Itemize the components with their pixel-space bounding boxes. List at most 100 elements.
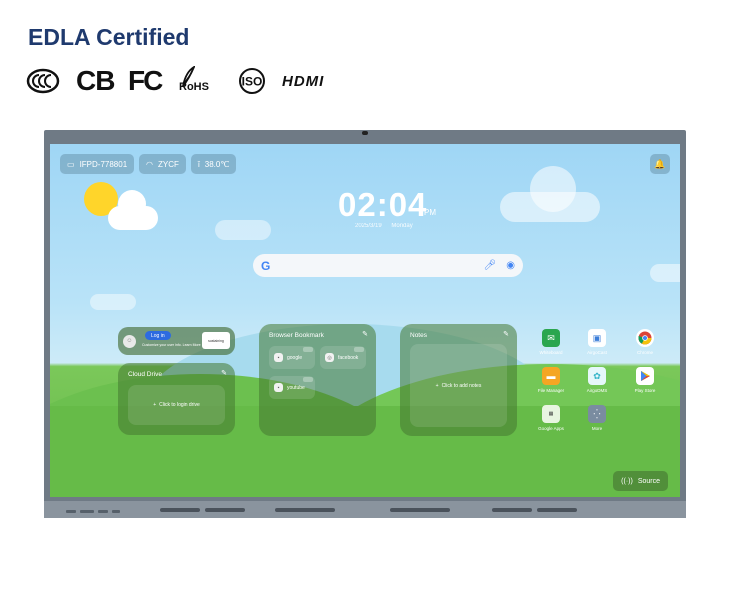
grid-icon: ⁛	[588, 405, 606, 423]
iso-label: ISO	[242, 75, 263, 89]
play-store-icon	[636, 367, 654, 385]
app-chrome[interactable]: Chrome	[625, 329, 665, 355]
handle	[275, 508, 335, 512]
plus-icon: +	[153, 402, 157, 408]
cloud-drive-action: Click to login drive	[159, 402, 200, 408]
front-port	[66, 510, 76, 513]
bookmark-label: google	[287, 354, 303, 361]
thermometer-icon: ǐ	[198, 159, 200, 169]
cloud-illustration	[90, 294, 136, 310]
app-label: AirgoDMS	[586, 388, 608, 393]
bookmark-item[interactable]: ▪ youtube	[269, 376, 315, 399]
cloud-illustration	[650, 264, 680, 282]
notes-widget: Notes ✎ + Click to add notes	[400, 324, 517, 436]
globe-icon: ◎	[325, 353, 334, 362]
iso-logo: ISO	[236, 66, 268, 96]
microphone-icon[interactable]: 🎤︎	[484, 260, 497, 271]
front-port	[98, 510, 108, 513]
bookmark-title: Browser Bookmark	[269, 332, 324, 339]
weekday-value: Monday	[391, 223, 413, 229]
cast-icon: ▣	[588, 329, 606, 347]
browser-bookmark-widget: Browser Bookmark ✎ ▪ google ◎ facebook ▪…	[259, 324, 376, 436]
edit-icon[interactable]: ✎	[362, 330, 368, 338]
google-lens-icon[interactable]: ◉	[506, 260, 515, 271]
whiteboard-icon: ✉	[542, 329, 560, 347]
login-button[interactable]: Log in	[145, 331, 171, 340]
cb-logo: CB	[76, 65, 115, 96]
ccc-logo	[26, 66, 60, 96]
app-airgocast[interactable]: ▣ AirgoCast	[577, 329, 617, 355]
add-notes-area[interactable]: + Click to add notes	[410, 344, 507, 427]
brand-logo: sustaining	[202, 332, 230, 349]
wifi-icon: ◠	[146, 159, 153, 169]
camera	[362, 131, 368, 135]
edit-icon[interactable]: ✎	[221, 369, 227, 377]
speaker-grille	[205, 508, 245, 512]
device-name: IFPD-778801	[79, 159, 128, 169]
bookmark-label: facebook	[338, 354, 359, 361]
notification-bell-icon[interactable]: 🔔	[650, 154, 670, 174]
google-logo-icon: G	[261, 258, 271, 273]
bookmark-item[interactable]: ◎ facebook	[320, 346, 366, 369]
avatar[interactable]: ☺	[123, 334, 136, 348]
app-label: Whiteboard	[539, 350, 563, 355]
fcc-logo: FC	[128, 65, 163, 96]
source-button[interactable]: ((·)) Source	[613, 471, 668, 491]
app-label: AirgoCast	[587, 350, 607, 355]
app-label: Play Store	[634, 388, 656, 393]
app-google-apps[interactable]: ▦ Google Apps	[531, 405, 571, 431]
chrome-icon	[636, 329, 654, 347]
account-widget: ☺ Log in Customize your user info. Learn…	[118, 327, 235, 355]
front-port	[112, 510, 120, 513]
hdmi-logo: HDMI	[282, 72, 325, 90]
app-file-manager[interactable]: ▬ File Manager	[531, 367, 571, 393]
speaker-grille	[160, 508, 200, 512]
search-input[interactable]	[276, 254, 484, 277]
rohs-logo: RoHS	[179, 66, 209, 96]
source-label: Source	[637, 477, 660, 485]
app-more[interactable]: ⁛ More	[577, 405, 617, 431]
display-icon: ▭	[67, 159, 75, 169]
google-search-bar[interactable]: G 🎤︎ ◉	[253, 254, 523, 277]
notes-action: Click to add notes	[441, 382, 482, 389]
cloud-drive-title: Cloud Drive	[128, 371, 162, 378]
speaker-grille	[537, 508, 577, 512]
temperature-chip[interactable]: ǐ 38.0℃	[191, 154, 237, 174]
home-screen: ▭ IFPD-778801 ◠ ZYCF ǐ 38.0℃ 🔔 02:04 PM …	[50, 144, 680, 497]
plus-icon: +	[435, 382, 439, 389]
account-note: Customize your user info. Learn More	[142, 343, 201, 347]
app-airgodms[interactable]: ✿ AirgoDMS	[577, 367, 617, 393]
app-label: Chrome	[636, 350, 653, 355]
clock-date: 2025/3/19 Monday	[355, 223, 413, 229]
source-icon: ((·))	[621, 477, 633, 485]
date-value: 2025/3/19	[355, 223, 382, 229]
network-name: ZYCF	[157, 159, 179, 169]
globe-icon: ▪	[274, 353, 283, 362]
page-title: EDLA Certified	[28, 24, 190, 50]
cloud-drive-login[interactable]: + Click to login drive	[128, 385, 225, 425]
app-play-store[interactable]: Play Store	[625, 367, 665, 393]
bookmark-label: youtube	[287, 384, 305, 391]
speaker-grille	[492, 508, 532, 512]
device-name-chip[interactable]: ▭ IFPD-778801	[60, 154, 135, 174]
front-panel	[44, 501, 686, 518]
app-whiteboard[interactable]: ✉ Whiteboard	[531, 329, 571, 355]
temperature-value: 38.0℃	[204, 159, 230, 169]
network-chip[interactable]: ◠ ZYCF	[139, 154, 186, 174]
bookmark-badge	[303, 347, 313, 352]
notes-title: Notes	[410, 332, 427, 339]
google-apps-icon: ▦	[542, 405, 560, 423]
clock-ampm: PM	[424, 208, 436, 217]
cloud-illustration	[530, 166, 576, 212]
globe-icon: ▪	[274, 383, 283, 392]
bookmark-item[interactable]: ▪ google	[269, 346, 315, 369]
folder-icon: ▬	[542, 367, 560, 385]
app-label: Google Apps	[538, 426, 564, 431]
dms-icon: ✿	[588, 367, 606, 385]
edit-icon[interactable]: ✎	[503, 330, 509, 338]
product-page: EDLA Certified CB FC RoHS ISO HDMI ▭ IFP…	[0, 0, 730, 600]
app-label: More	[591, 426, 603, 431]
cloud-illustration	[118, 190, 146, 218]
app-label: File Manager	[537, 388, 565, 393]
bookmark-badge	[303, 377, 313, 382]
